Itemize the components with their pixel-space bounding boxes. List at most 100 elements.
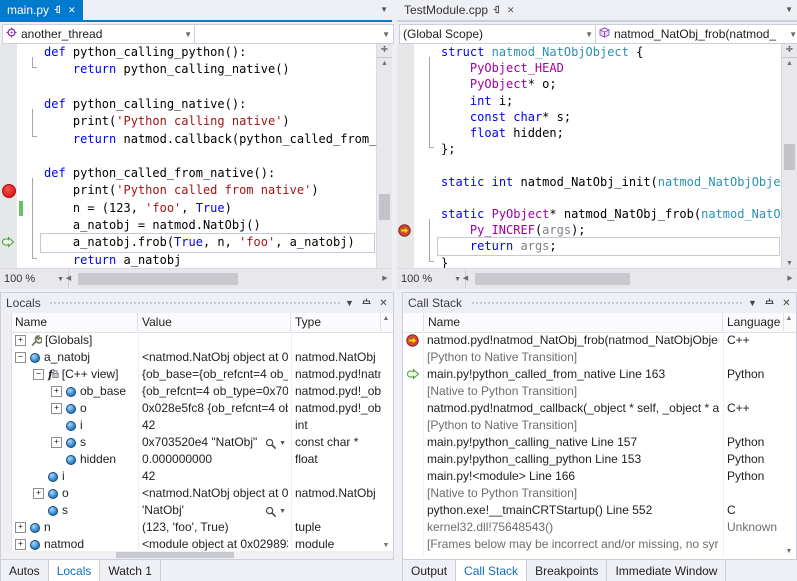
- stack-frame-row[interactable]: [Python to Native Transition]: [403, 417, 796, 434]
- visualizer-control[interactable]: ▼: [265, 435, 286, 451]
- zoom-selector[interactable]: 100 % ▼: [0, 269, 69, 289]
- code-line[interactable]: return python_calling_native(): [44, 61, 377, 78]
- frame-icon[interactable]: [1, 236, 15, 248]
- stack-frame-row[interactable]: natmod.pyd!natmod_NatObj_frob(natmod_Nat…: [403, 332, 796, 349]
- expand-icon[interactable]: +: [15, 539, 26, 550]
- visualizer-control[interactable]: ▼: [265, 503, 286, 519]
- stack-frame-row[interactable]: [Frames below may be incorrect and/or mi…: [403, 536, 796, 553]
- table-row[interactable]: +[Globals]: [1, 332, 393, 349]
- splitter-handle[interactable]: ÷: [377, 44, 392, 58]
- scrollbar-thumb[interactable]: [379, 194, 390, 220]
- expand-icon[interactable]: +: [51, 437, 62, 448]
- pin-icon[interactable]: [54, 3, 63, 17]
- tab-output[interactable]: Output: [402, 560, 456, 581]
- table-row[interactable]: +o0x028e5fc8 {ob_refcnt=4 ob_tnatmod.pyd…: [1, 400, 393, 417]
- scroll-right-arrow[interactable]: ▶: [783, 269, 797, 289]
- code-line[interactable]: −struct natmod_NatObjObject {: [441, 44, 782, 60]
- vertical-scrollbar[interactable]: ÷ ▲ ▼: [781, 44, 797, 268]
- cpp-code-editor[interactable]: ÷ ▲ ▼ −struct natmod_NatObjObject { PyOb…: [397, 44, 797, 268]
- pin-icon[interactable]: [493, 3, 502, 17]
- tab-autos[interactable]: Autos: [0, 560, 49, 581]
- code-line[interactable]: [441, 190, 782, 206]
- table-row[interactable]: −f[C++ view]{ob_base={ob_refcnt=4 ob_tyn…: [1, 366, 393, 383]
- code-line[interactable]: };: [441, 141, 782, 157]
- code-line[interactable]: return args;: [441, 238, 782, 254]
- column-header-type[interactable]: Type: [291, 313, 381, 331]
- code-line[interactable]: }: [441, 255, 782, 268]
- code-line[interactable]: PyObject* o;: [441, 76, 782, 92]
- function-combo[interactable]: natmod_NatObj_frob(natmod_ ▼: [595, 24, 797, 44]
- currentbp-icon[interactable]: [398, 224, 411, 237]
- table-row[interactable]: i42int: [1, 417, 393, 434]
- scroll-up-arrow[interactable]: ▲: [783, 315, 795, 322]
- stack-frame-row[interactable]: python.exe!__tmainCRTStartup() Line 552C: [403, 502, 796, 519]
- code-line[interactable]: −static PyObject* natmod_NatObj_frob(nat…: [441, 206, 782, 222]
- tab-call-stack[interactable]: Call Stack: [456, 560, 527, 581]
- scrollbar-thumb[interactable]: [78, 273, 238, 285]
- member-combo-empty[interactable]: ▼: [194, 24, 394, 44]
- table-row[interactable]: +n(123, 'foo', True)tuple: [1, 519, 393, 536]
- tab-main-py[interactable]: main.py ✕: [0, 0, 83, 20]
- pin-icon[interactable]: [359, 298, 374, 309]
- stack-frame-row[interactable]: main.py!<module> Line 166Python: [403, 468, 796, 485]
- pin-icon[interactable]: [762, 298, 777, 309]
- tab-immediate-window[interactable]: Immediate Window: [607, 560, 726, 581]
- code-line[interactable]: print('Python called from native'): [44, 182, 377, 199]
- stack-frame-row[interactable]: [Python to Native Transition]: [403, 349, 796, 366]
- table-row[interactable]: +ob_base{ob_refcnt=4 ob_type=0x7035natmo…: [1, 383, 393, 400]
- code-line[interactable]: return a_natobj: [44, 252, 377, 268]
- expand-icon[interactable]: +: [51, 386, 62, 397]
- scroll-up-arrow[interactable]: ▲: [377, 58, 392, 70]
- stack-frame-row[interactable]: main.py!python_called_from_native Line 1…: [403, 366, 796, 383]
- breakpoint-gutter[interactable]: [0, 44, 17, 268]
- expand-icon[interactable]: +: [51, 403, 62, 414]
- thread-combo[interactable]: another_thread ▼: [2, 24, 196, 44]
- code-line[interactable]: print('Python calling native'): [44, 113, 377, 130]
- scroll-up-arrow[interactable]: ▲: [782, 58, 797, 70]
- column-header-language[interactable]: Language: [723, 313, 784, 331]
- table-row[interactable]: +o<natmod.NatObj object at 0xnatmod.NatO…: [1, 485, 393, 502]
- callstack-title-bar[interactable]: Call Stack: [403, 293, 796, 313]
- table-row[interactable]: i42: [1, 468, 393, 485]
- scrollbar-thumb[interactable]: [784, 144, 795, 170]
- document-list-dropdown-icon[interactable]: ▼: [785, 5, 793, 14]
- stack-frame-row[interactable]: main.py!python_calling_python Line 153Py…: [403, 451, 796, 468]
- window-position-icon[interactable]: ▼: [745, 298, 760, 308]
- collapse-icon[interactable]: −: [15, 352, 26, 363]
- scroll-down-arrow[interactable]: ▼: [380, 542, 392, 549]
- code-line[interactable]: −def python_calling_native():: [44, 96, 377, 113]
- close-icon[interactable]: ✕: [507, 5, 515, 16]
- code-line[interactable]: a_natobj = natmod.NatObj(): [44, 217, 377, 234]
- scope-combo[interactable]: (Global Scope) ▼: [399, 24, 597, 44]
- locals-title-bar[interactable]: Locals: [1, 293, 393, 313]
- tab-watch-1[interactable]: Watch 1: [100, 560, 161, 581]
- stack-frame-row[interactable]: [Native to Python Transition]: [403, 485, 796, 502]
- horizontal-scrollbar[interactable]: [1, 551, 393, 559]
- scrollbar-thumb[interactable]: [475, 273, 630, 285]
- expand-icon[interactable]: +: [15, 335, 26, 346]
- scroll-down-arrow[interactable]: ▼: [782, 260, 797, 267]
- code-line[interactable]: [441, 157, 782, 173]
- code-line[interactable]: +static int natmod_NatObj_init(natmod_Na…: [441, 174, 782, 190]
- python-code-editor[interactable]: ÷ ▲ −def python_calling_python(): return…: [0, 44, 392, 268]
- stack-frame-row[interactable]: [Native to Python Transition]: [403, 383, 796, 400]
- tab-breakpoints[interactable]: Breakpoints: [527, 560, 607, 581]
- splitter-handle[interactable]: ÷: [782, 44, 797, 58]
- scroll-up-arrow[interactable]: ▲: [380, 315, 392, 322]
- close-icon[interactable]: ✕: [68, 5, 76, 16]
- stack-frame-row[interactable]: natmod.pyd!natmod_callback(_object * sel…: [403, 400, 796, 417]
- scroll-down-arrow[interactable]: ▼: [783, 548, 795, 555]
- zoom-selector[interactable]: 100 % ▼: [397, 269, 466, 289]
- close-icon[interactable]: ✕: [779, 298, 794, 309]
- table-row[interactable]: s'NatObj'▼: [1, 502, 393, 519]
- expand-icon[interactable]: +: [15, 522, 26, 533]
- vertical-scrollbar[interactable]: ÷ ▲: [376, 44, 392, 268]
- chevron-down-icon[interactable]: ▼: [279, 435, 286, 451]
- stack-frame-row[interactable]: kernel32.dll!75648543()Unknown: [403, 519, 796, 536]
- column-header-value[interactable]: Value: [138, 313, 291, 331]
- code-line[interactable]: PyObject_HEAD: [441, 60, 782, 76]
- code-line[interactable]: return natmod.callback(python_called_fro…: [44, 131, 377, 148]
- table-row[interactable]: +s0x703520e4 "NatObj"▼const char *: [1, 434, 393, 451]
- scroll-left-arrow[interactable]: ◀: [459, 269, 472, 289]
- close-icon[interactable]: ✕: [376, 298, 391, 309]
